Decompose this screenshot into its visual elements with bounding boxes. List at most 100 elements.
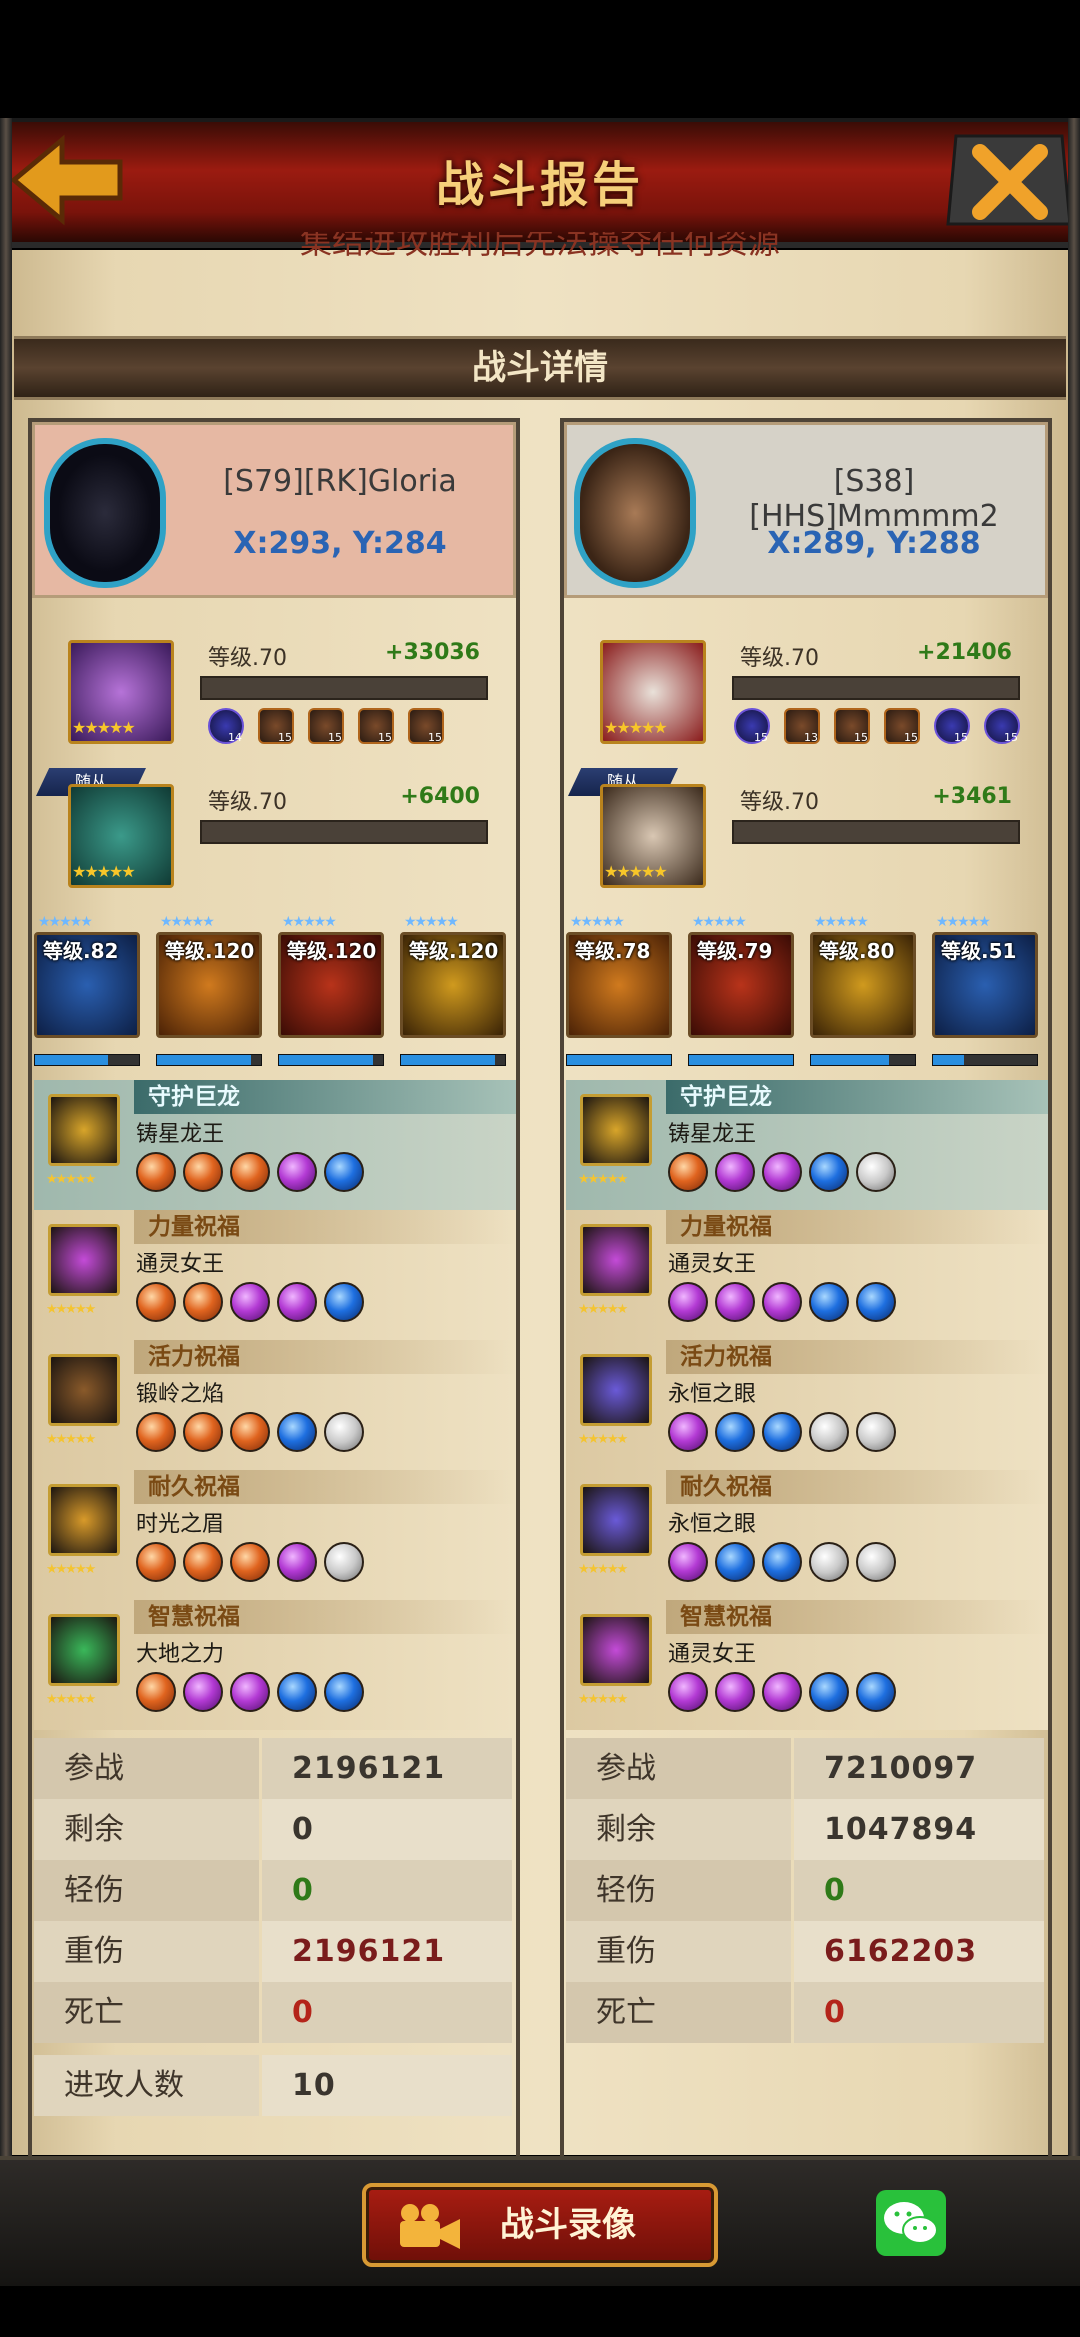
defender-stats: 参战 7210097 剩余 1047894 轻伤 0 重伤 6162203 死亡 0	[566, 1738, 1046, 2048]
rune-gem[interactable]	[230, 1282, 270, 1322]
rune-gem[interactable]	[809, 1152, 849, 1192]
troop-card[interactable]: 等级.51	[932, 932, 1038, 1038]
rune-gem[interactable]	[183, 1412, 223, 1452]
rune-gem[interactable]	[668, 1152, 708, 1192]
rune-gem[interactable]	[230, 1542, 270, 1582]
dragon-name: 大地之力	[136, 1642, 225, 1667]
rune-gem[interactable]	[136, 1672, 176, 1712]
dragon-portrait[interactable]	[48, 1094, 120, 1166]
troop-card[interactable]: 等级.120	[400, 932, 506, 1038]
equipment-slot[interactable]: 15	[834, 708, 870, 744]
rune-gem[interactable]	[856, 1412, 896, 1452]
rune-gem[interactable]	[809, 1282, 849, 1322]
dragon-name: 永恒之眼	[668, 1382, 757, 1407]
rune-gem[interactable]	[715, 1672, 755, 1712]
dragon-name: 通灵女王	[668, 1252, 757, 1277]
rune-gem[interactable]	[668, 1672, 708, 1712]
equipment-slot[interactable]: 15	[984, 708, 1020, 744]
defender-avatar[interactable]	[574, 438, 696, 588]
rune-gem[interactable]	[809, 1542, 849, 1582]
rune-gem[interactable]	[277, 1282, 317, 1322]
dragon-name: 通灵女王	[136, 1252, 225, 1277]
troop-card[interactable]: 等级.120	[156, 932, 262, 1038]
rune-gem[interactable]	[715, 1412, 755, 1452]
troop-level: 等级.120	[165, 939, 255, 963]
dragon-stars: ★★★★★	[46, 1562, 96, 1577]
rune-gem[interactable]	[809, 1672, 849, 1712]
dragon-portrait[interactable]	[580, 1094, 652, 1166]
dragon-portrait[interactable]	[48, 1484, 120, 1556]
rune-gem[interactable]	[324, 1152, 364, 1192]
rune-gem[interactable]	[183, 1672, 223, 1712]
stat-value: 1047894	[794, 1799, 1044, 1860]
troop-card[interactable]: 等级.78	[566, 932, 672, 1038]
rune-gem[interactable]	[277, 1542, 317, 1582]
rune-gem[interactable]	[856, 1672, 896, 1712]
rune-gem[interactable]	[715, 1282, 755, 1322]
rune-gem[interactable]	[230, 1412, 270, 1452]
rune-gem[interactable]	[324, 1672, 364, 1712]
rune-gem[interactable]	[715, 1542, 755, 1582]
rune-gem[interactable]	[324, 1542, 364, 1582]
equipment-slot[interactable]: 14	[208, 708, 244, 744]
rune-gem[interactable]	[668, 1542, 708, 1582]
rune-gem[interactable]	[762, 1542, 802, 1582]
troop-card[interactable]: 等级.82	[34, 932, 140, 1038]
rune-gem[interactable]	[183, 1152, 223, 1192]
rune-gem[interactable]	[762, 1152, 802, 1192]
dragon-portrait[interactable]	[48, 1354, 120, 1426]
equipment-slot[interactable]: 15	[884, 708, 920, 744]
equipment-slot[interactable]: 15	[308, 708, 344, 744]
equipment-slot[interactable]: 15	[934, 708, 970, 744]
defender-coordinates[interactable]: X:289, Y:288	[724, 526, 1024, 561]
rune-gem[interactable]	[230, 1152, 270, 1192]
attacker-coordinates[interactable]: X:293, Y:284	[190, 526, 490, 561]
attacker-avatar[interactable]	[44, 438, 166, 588]
equipment-slot[interactable]: 15	[734, 708, 770, 744]
back-button[interactable]	[8, 130, 138, 230]
troop-card[interactable]: 等级.79	[688, 932, 794, 1038]
troop-card[interactable]: 等级.80	[810, 932, 916, 1038]
rune-gem[interactable]	[762, 1412, 802, 1452]
rune-gem[interactable]	[324, 1412, 364, 1452]
rune-gem[interactable]	[715, 1152, 755, 1192]
rune-gem[interactable]	[136, 1412, 176, 1452]
stat-value: 0	[262, 1860, 512, 1921]
rune-gem[interactable]	[136, 1542, 176, 1582]
dragon-portrait[interactable]	[580, 1614, 652, 1686]
troop-level: 等级.120	[409, 939, 499, 963]
rune-gem[interactable]	[856, 1542, 896, 1582]
equipment-slot[interactable]: 15	[258, 708, 294, 744]
rune-gem[interactable]	[183, 1542, 223, 1582]
rune-gem[interactable]	[277, 1672, 317, 1712]
close-button[interactable]	[944, 130, 1074, 230]
rune-gem[interactable]	[668, 1282, 708, 1322]
rune-gem[interactable]	[136, 1152, 176, 1192]
rune-gem[interactable]	[277, 1412, 317, 1452]
attacker-troops: ★★★★★ 等级.82 ★★★★★ 等级.120 ★★★★★ 等级.120 ★★★★★ 等级.…	[34, 914, 514, 1074]
dragon-portrait[interactable]	[580, 1484, 652, 1556]
dragon-portrait[interactable]	[580, 1224, 652, 1296]
rune-gem[interactable]	[762, 1672, 802, 1712]
rune-gem[interactable]	[856, 1152, 896, 1192]
troop-card[interactable]: 等级.120	[278, 932, 384, 1038]
dragon-portrait[interactable]	[48, 1224, 120, 1296]
attacker-hero-power: +33036	[385, 640, 480, 665]
rune-gem[interactable]	[762, 1282, 802, 1322]
rune-gem[interactable]	[136, 1282, 176, 1322]
rune-gem[interactable]	[230, 1672, 270, 1712]
rune-gem[interactable]	[668, 1412, 708, 1452]
rune-gem[interactable]	[856, 1282, 896, 1322]
rune-gem[interactable]	[277, 1152, 317, 1192]
wechat-share-button[interactable]	[876, 2190, 946, 2256]
defender-name: [S38][HHS]Mmmmm2	[749, 464, 999, 534]
dragon-portrait[interactable]	[580, 1354, 652, 1426]
rune-gem[interactable]	[324, 1282, 364, 1322]
rune-gem[interactable]	[809, 1412, 849, 1452]
equipment-slot[interactable]: 13	[784, 708, 820, 744]
dragon-name: 铸星龙王	[668, 1122, 757, 1147]
dragon-portrait[interactable]	[48, 1614, 120, 1686]
rune-gem[interactable]	[183, 1282, 223, 1322]
equipment-slot[interactable]: 15	[408, 708, 444, 744]
equipment-slot[interactable]: 15	[358, 708, 394, 744]
